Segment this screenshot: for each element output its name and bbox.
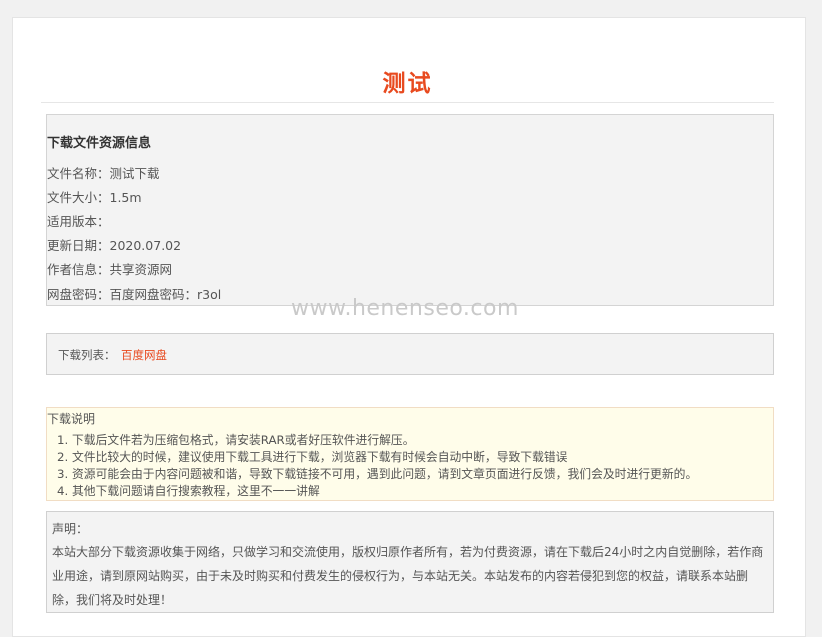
info-update-date: 更新日期：2020.07.02 [47, 238, 182, 253]
declaration-panel: 声明： 本站大部分下载资源收集于网络，只做学习和交流使用，版权归原作者所有，若为… [46, 511, 774, 613]
list-item: 2. 文件比较大的时候，建议使用下载工具进行下载，浏览器下载有时候会自动中断，导… [57, 450, 568, 464]
declaration-title: 声明： [52, 522, 89, 536]
list-item: 4. 其他下载问题请自行搜索教程，这里不一一讲解 [57, 484, 320, 498]
page-title: 测试 [382, 70, 433, 97]
info-file-name: 文件名称：测试下载 [47, 166, 160, 181]
download-notes-title: 下载说明 [47, 412, 96, 426]
baidu-pan-download-link[interactable]: 百度网盘 [121, 347, 167, 363]
resource-info-heading: 下载文件资源信息 [47, 136, 152, 151]
watermark: www.henenseo.com [291, 296, 519, 321]
list-item: 1. 下载后文件若为压缩包格式，请安装RAR或者好压软件进行解压。 [57, 433, 415, 447]
download-list-panel: 下载列表： 百度网盘 [46, 333, 774, 375]
list-item: 3. 资源可能会由于内容问题被和谐，导致下载链接不可用，遇到此问题，请到文章页面… [57, 467, 698, 481]
download-notes-panel: 下载说明 1. 下载后文件若为压缩包格式，请安装RAR或者好压软件进行解压。 2… [46, 407, 774, 501]
download-list-label: 下载列表： [58, 348, 116, 362]
info-file-size: 文件大小：1.5m [47, 190, 142, 205]
article-page: 测试 下载文件资源信息 文件名称：测试下载 文件大小：1.5m 适用版本： 更新… [12, 17, 806, 637]
title-divider [41, 102, 774, 103]
download-notes-list: 1. 下载后文件若为压缩包格式，请安装RAR或者好压软件进行解压。 2. 文件比… [57, 432, 697, 500]
info-author: 作者信息：共享资源网 [47, 262, 173, 277]
info-password: 网盘密码：百度网盘密码：r3ol [47, 287, 222, 302]
resource-info-panel: 下载文件资源信息 文件名称：测试下载 文件大小：1.5m 适用版本： 更新日期：… [46, 114, 774, 306]
declaration-text: 本站大部分下载资源收集于网络，只做学习和交流使用，版权归原作者所有，若为付费资源… [52, 545, 764, 607]
info-version: 适用版本： [47, 214, 110, 229]
